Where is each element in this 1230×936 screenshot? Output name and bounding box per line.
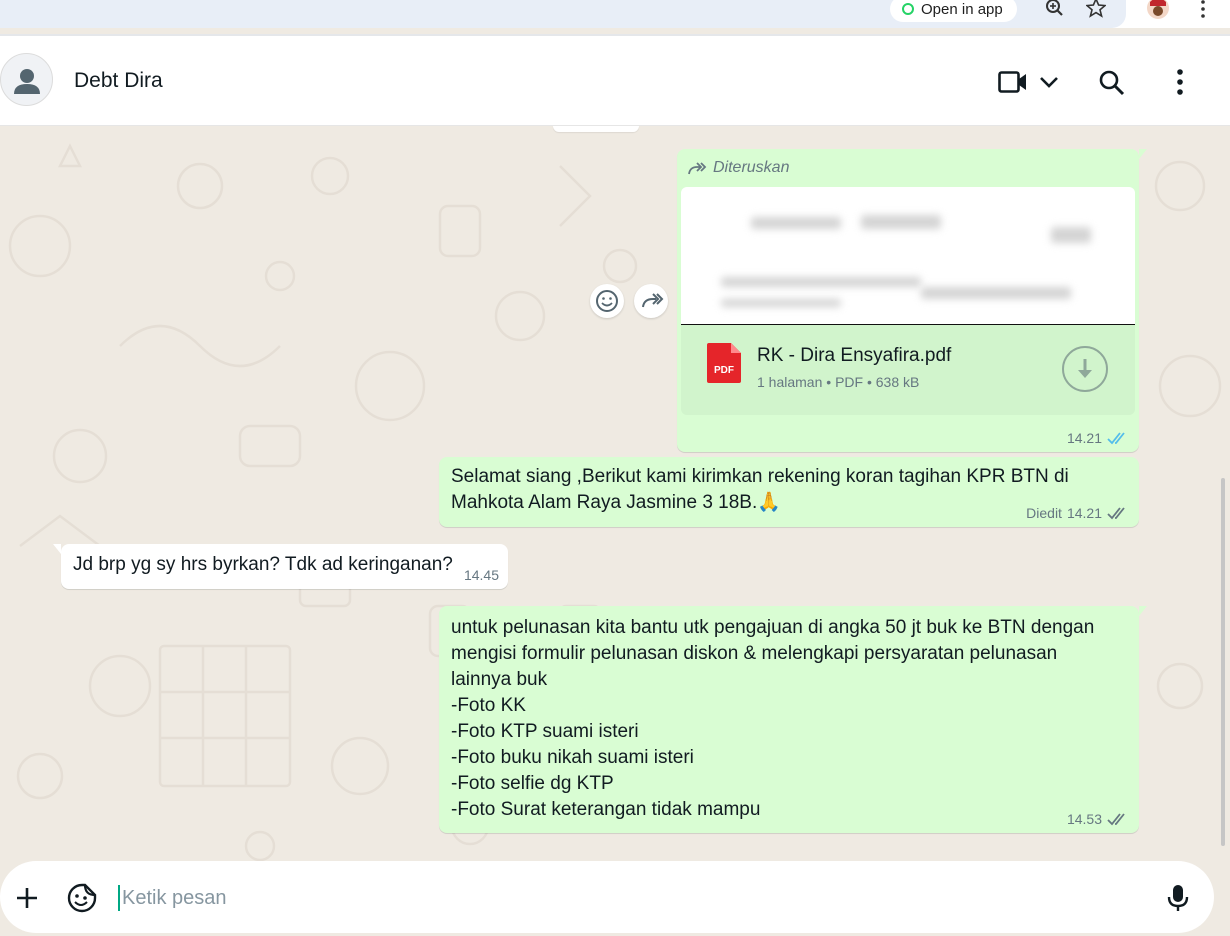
double-check-icon bbox=[1107, 507, 1125, 520]
document-preview-thumbnail[interactable] bbox=[681, 187, 1135, 325]
bubble-tail bbox=[53, 544, 61, 554]
document-type: PDF bbox=[835, 374, 864, 390]
edited-label: Diedit bbox=[1026, 505, 1062, 521]
forwarded-text: Diteruskan bbox=[713, 159, 790, 176]
info-separator: • bbox=[826, 374, 832, 390]
message-meta: 14.21 bbox=[1067, 430, 1129, 446]
emoji-icon bbox=[596, 290, 618, 312]
plus-icon[interactable] bbox=[14, 885, 40, 911]
open-in-app-button[interactable]: Open in app bbox=[890, 0, 1017, 22]
chat-message-area[interactable]: Diteruskan PDF RK - Dira Ensyafira.pdf 1… bbox=[0, 126, 1230, 861]
document-size: 638 kB bbox=[875, 374, 920, 390]
double-check-read-icon bbox=[1107, 432, 1125, 445]
forward-button[interactable] bbox=[634, 284, 668, 318]
composer-area bbox=[0, 861, 1230, 936]
video-call-icon[interactable] bbox=[998, 70, 1028, 94]
document-pages: 1 halaman bbox=[757, 374, 823, 390]
open-in-app-label: Open in app bbox=[921, 0, 1003, 18]
chat-scrollbar-thumb[interactable] bbox=[1221, 478, 1225, 846]
pdf-icon-label: PDF bbox=[714, 365, 734, 376]
kebab-menu-icon[interactable] bbox=[1196, 0, 1210, 20]
document-info: 1 halaman • PDF • 638 kB bbox=[757, 374, 919, 390]
document-name: RK - Dira Ensyafira.pdf bbox=[757, 345, 952, 366]
browser-toolbar: Open in app bbox=[0, 0, 1230, 28]
message-text: Selamat siang ,Berikut kami kirimkan rek… bbox=[451, 466, 1069, 513]
message-input[interactable] bbox=[118, 885, 1138, 911]
incoming-text-message[interactable]: Jd brp yg sy hrs byrkan? Tdk ad keringan… bbox=[53, 544, 508, 589]
zoom-in-icon[interactable] bbox=[1045, 0, 1065, 20]
microphone-icon[interactable] bbox=[1166, 883, 1190, 913]
message-meta: Diedit 14.21 bbox=[1026, 505, 1129, 521]
message-meta: 14.45 bbox=[464, 567, 499, 583]
sticker-icon[interactable] bbox=[66, 882, 98, 914]
message-text: untuk pelunasan kita bantu utk pengajuan… bbox=[451, 617, 1095, 820]
whatsapp-icon bbox=[902, 3, 914, 15]
chevron-down-icon[interactable] bbox=[1039, 75, 1059, 89]
forwarded-icon bbox=[688, 162, 707, 175]
star-icon[interactable] bbox=[1086, 0, 1106, 20]
avatar-icon bbox=[14, 69, 40, 94]
message-meta: 14.53 bbox=[1067, 811, 1129, 827]
info-separator: • bbox=[866, 374, 872, 390]
message-composer bbox=[0, 861, 1214, 933]
pdf-file-icon: PDF bbox=[707, 343, 741, 383]
double-check-icon bbox=[1107, 813, 1125, 826]
download-button[interactable] bbox=[1062, 346, 1108, 392]
bubble-tail bbox=[1139, 606, 1147, 616]
message-text: Jd brp yg sy hrs byrkan? Tdk ad keringan… bbox=[73, 554, 453, 575]
outgoing-document-message[interactable]: Diteruskan PDF RK - Dira Ensyafira.pdf 1… bbox=[677, 149, 1147, 452]
more-options-icon[interactable] bbox=[1172, 68, 1188, 96]
document-attachment[interactable]: PDF RK - Dira Ensyafira.pdf 1 halaman • … bbox=[681, 325, 1135, 415]
message-time: 14.21 bbox=[1066, 430, 1102, 446]
chat-header: Debt Dira bbox=[0, 36, 1230, 126]
message-time: 14.53 bbox=[1066, 811, 1102, 827]
download-icon bbox=[1078, 359, 1092, 378]
message-time: 14.45 bbox=[463, 567, 499, 583]
contact-name[interactable]: Debt Dira bbox=[74, 69, 163, 93]
contact-avatar[interactable] bbox=[0, 53, 53, 106]
profile-avatar-icon[interactable] bbox=[1146, 0, 1170, 22]
forward-icon bbox=[642, 293, 664, 308]
forwarded-label: Diteruskan bbox=[687, 159, 789, 177]
message-time: 14.21 bbox=[1066, 505, 1102, 521]
react-button[interactable] bbox=[590, 284, 624, 318]
previous-message-edge bbox=[553, 126, 639, 132]
outgoing-text-message[interactable]: Selamat siang ,Berikut kami kirimkan rek… bbox=[439, 457, 1139, 527]
bubble-tail bbox=[1139, 149, 1147, 159]
search-icon[interactable] bbox=[1098, 69, 1126, 97]
outgoing-text-message[interactable]: untuk pelunasan kita bantu utk pengajuan… bbox=[439, 606, 1147, 833]
